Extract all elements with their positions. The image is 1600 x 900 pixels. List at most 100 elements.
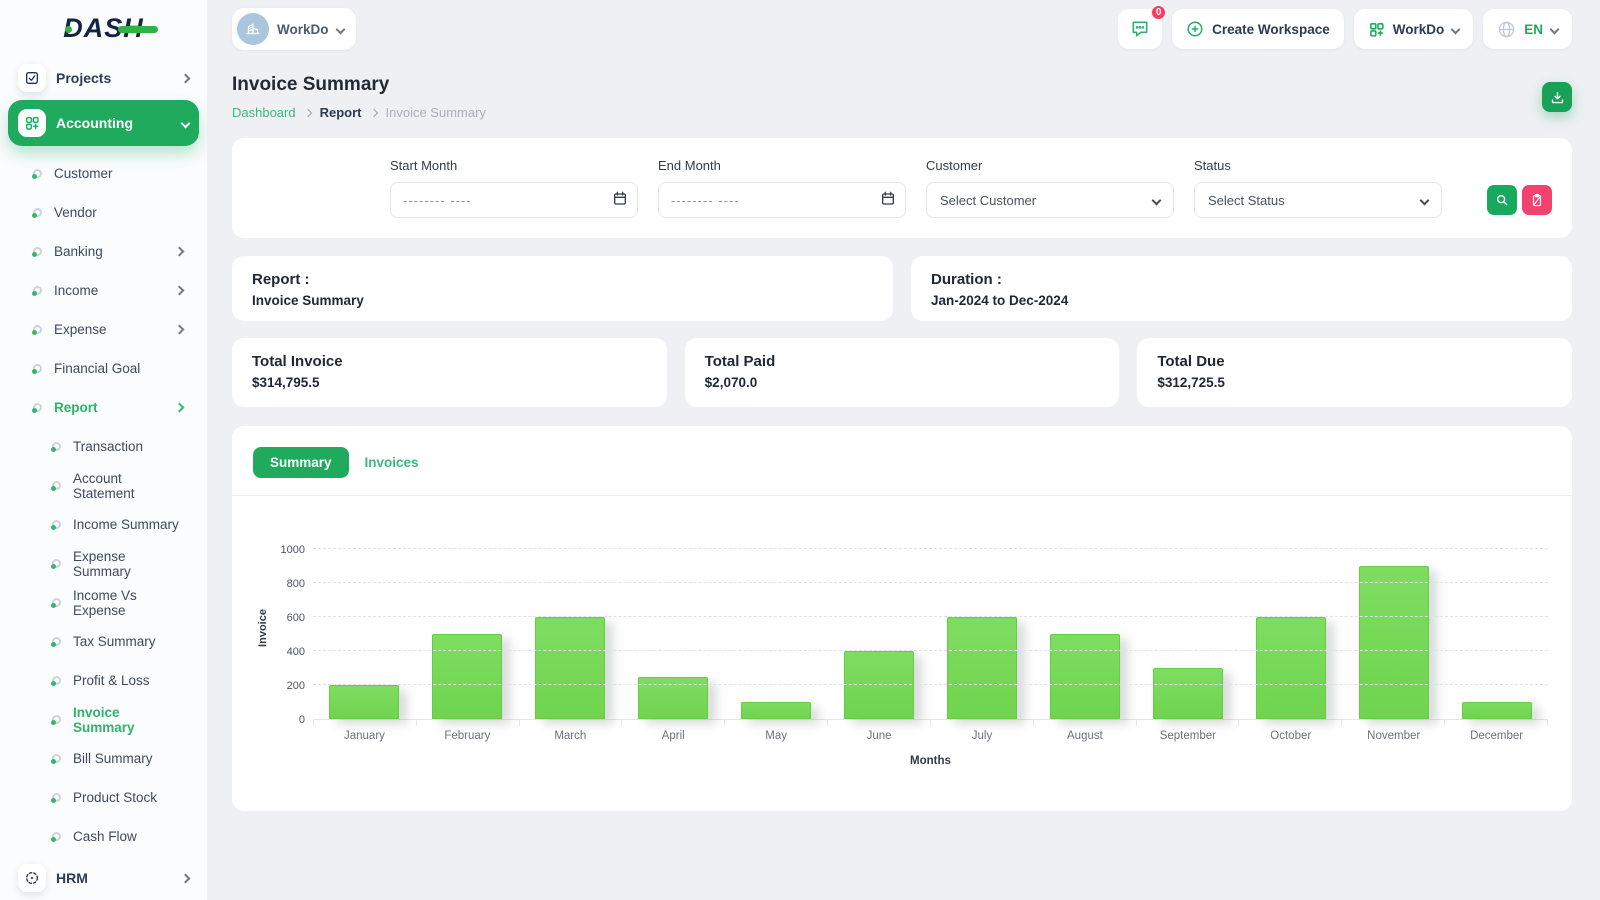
breadcrumb-item-invoice-summary: Invoice Summary (385, 105, 486, 120)
sidebar-item-expense-summary[interactable]: Expense Summary (0, 544, 207, 583)
sidebar-item-income[interactable]: Income (0, 271, 207, 310)
gridline (313, 582, 1548, 583)
status-select[interactable]: Select Status (1194, 182, 1442, 218)
sidebar-item-vendor[interactable]: Vendor (0, 193, 207, 232)
bar-slot (313, 536, 416, 719)
start-month-field-group: Start Month (390, 158, 638, 218)
start-month-input[interactable] (390, 182, 638, 218)
customer-select[interactable]: Select Customer (926, 182, 1174, 218)
sidebar-item-expense[interactable]: Expense (0, 310, 207, 349)
chart-tabs: Summary Invoices (232, 447, 1572, 495)
sidebar-item-income-vs-expense[interactable]: Income Vs Expense (0, 583, 207, 622)
plus-circle-icon (1187, 21, 1203, 37)
sidebar-item-label: Transaction (73, 439, 144, 454)
sidebar-item-hrm[interactable]: HRM (8, 858, 199, 898)
bar-october[interactable] (1255, 617, 1326, 719)
x-tick-label-march: March (554, 730, 587, 742)
bullet-icon (51, 520, 61, 530)
sidebar-item-account-statement[interactable]: Account Statement (0, 466, 207, 505)
tab-invoices[interactable]: Invoices (363, 447, 421, 478)
bar-march[interactable] (535, 617, 606, 719)
messages-badge: 0 (1150, 4, 1168, 21)
sidebar-item-invoice-summary[interactable]: Invoice Summary (0, 700, 207, 739)
invoice-chart: Invoice 0 200 400 600 800 1000 January Februar… (232, 496, 1572, 767)
bar-november[interactable] (1358, 566, 1429, 719)
breadcrumb-item-dashboard[interactable]: Dashboard (232, 105, 296, 120)
x-axis-ticks (313, 720, 1548, 726)
chevron-right-icon (174, 285, 185, 296)
bar-june[interactable] (844, 651, 915, 719)
total-card-value: $312,725.5 (1157, 375, 1225, 390)
topbar: WorkDo 0 Create Workspace WorkDo EN (232, 0, 1572, 58)
sidebar-item-cash-flow[interactable]: Cash Flow (0, 817, 207, 856)
sidebar-item-label: Vendor (54, 205, 97, 220)
gridline (313, 684, 1548, 685)
bar-july[interactable] (946, 617, 1017, 719)
bar-april[interactable] (638, 676, 709, 719)
sidebar-item-banking[interactable]: Banking (0, 232, 207, 271)
report-card-label: Report : (252, 271, 310, 288)
bar-january[interactable] (329, 685, 400, 719)
app-logo-text: DASH (63, 12, 158, 43)
sidebar-item-label: Banking (54, 244, 103, 259)
sidebar-item-financial-goal[interactable]: Financial Goal (0, 349, 207, 388)
end-month-input[interactable] (658, 182, 906, 218)
total-card-label: Total Due (1157, 353, 1225, 370)
bar-august[interactable] (1049, 634, 1120, 719)
create-workspace-button[interactable]: Create Workspace (1172, 9, 1344, 49)
sidebar-item-customer[interactable]: Customer (0, 154, 207, 193)
report-card-value: Invoice Summary (252, 293, 364, 308)
bar-february[interactable] (432, 634, 503, 719)
bullet-icon (32, 325, 42, 335)
x-tick-label-september: September (1159, 730, 1216, 742)
sidebar-item-profit-loss[interactable]: Profit & Loss (0, 661, 207, 700)
x-axis-labels: January February March April May June July Augu… (313, 730, 1548, 742)
customer-label: Customer (926, 158, 983, 173)
messages-button[interactable]: 0 (1118, 4, 1168, 49)
sidebar-item-label: Cash Flow (73, 829, 137, 844)
app-switcher-button[interactable]: WorkDo (1353, 9, 1474, 49)
breadcrumb-item-report[interactable]: Report (320, 105, 362, 120)
apply-filter-button[interactable] (1487, 185, 1517, 215)
total-due-card: Total Due $312,725.5 (1137, 338, 1573, 407)
reset-filter-button[interactable] (1522, 185, 1552, 215)
chevron-right-icon (174, 324, 185, 335)
chart-plot-area (313, 536, 1548, 720)
sidebar-item-accounting[interactable]: Accounting (8, 100, 199, 146)
download-icon (1551, 91, 1563, 103)
sidebar-item-projects[interactable]: Projects (8, 58, 199, 98)
bar-slot (1136, 536, 1239, 719)
status-field-group: Status Select Status (1194, 158, 1442, 218)
bar-december[interactable] (1461, 702, 1532, 719)
breadcrumb-separator-icon (369, 108, 378, 117)
bar-may[interactable] (741, 702, 812, 719)
language-selector[interactable]: EN (1483, 9, 1572, 49)
apps-grid-icon (1369, 22, 1384, 37)
sidebar-item-tax-summary[interactable]: Tax Summary (0, 622, 207, 661)
chevron-down-icon (335, 24, 345, 34)
bullet-icon (51, 715, 61, 725)
end-month-field-group: End Month (658, 158, 906, 218)
duration-card: Duration : Jan-2024 to Dec-2024 (911, 256, 1572, 321)
sidebar-item-label: Account Statement (73, 470, 135, 501)
chevron-down-icon (1151, 195, 1162, 205)
sidebar-item-bill-summary[interactable]: Bill Summary (0, 739, 207, 778)
sidebar-item-report[interactable]: Report (0, 388, 207, 427)
sidebar-item-income-summary[interactable]: Income Summary (0, 505, 207, 544)
x-tick-label-july: July (971, 730, 993, 742)
sidebar-item-label: Invoice Summary (73, 704, 135, 735)
grid-plus-icon (18, 109, 46, 137)
x-tick (622, 720, 726, 726)
x-tick-label-august: August (1067, 730, 1103, 742)
x-tick (1137, 720, 1240, 726)
sidebar-item-product-stock[interactable]: Product Stock (0, 778, 207, 817)
workspace-selector[interactable]: WorkDo (232, 8, 356, 50)
sidebar-item-label: Expense (54, 322, 107, 337)
tab-summary[interactable]: Summary (253, 447, 349, 478)
app-logo[interactable]: DASH (0, 0, 207, 56)
bar-september[interactable] (1152, 668, 1223, 719)
sidebar-item-transaction[interactable]: Transaction (0, 427, 207, 466)
bar-slot (1342, 536, 1445, 719)
chevron-down-icon (1450, 24, 1461, 34)
download-button[interactable] (1542, 82, 1572, 112)
